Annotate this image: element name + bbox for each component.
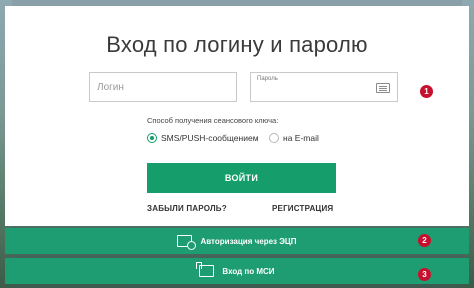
step-badge-2: 2 bbox=[418, 234, 431, 247]
virtual-keyboard-icon[interactable] bbox=[376, 83, 390, 93]
password-label: Пароль bbox=[257, 76, 278, 82]
step-badge-3: 3 bbox=[418, 268, 431, 281]
radio-sms-push[interactable]: SMS/PUSH-сообщением bbox=[147, 133, 259, 143]
msi-login-bar[interactable]: Вход по МСИ 3 bbox=[5, 258, 469, 284]
msi-login-label: Вход по МСИ bbox=[222, 266, 275, 276]
session-key-method-label: Способ получения сеансового ключа: bbox=[147, 116, 279, 125]
certificate-card-icon bbox=[177, 235, 197, 250]
login-button[interactable]: ВОЙТИ bbox=[147, 163, 336, 193]
radio-email-label: на E-mail bbox=[283, 133, 319, 143]
ecp-login-bar[interactable]: Авторизация через ЭЦП 2 bbox=[5, 228, 469, 254]
radio-email-indicator[interactable] bbox=[269, 133, 279, 143]
login-card: Вход по логину и паролю Пароль 1 Способ … bbox=[5, 6, 469, 226]
radio-sms-indicator[interactable] bbox=[147, 133, 157, 143]
computer-icon bbox=[196, 262, 215, 277]
register-link[interactable]: РЕГИСТРАЦИЯ bbox=[272, 204, 333, 213]
login-input[interactable] bbox=[90, 73, 236, 101]
step-badge-1: 1 bbox=[420, 85, 433, 98]
forgot-password-link[interactable]: ЗАБЫЛИ ПАРОЛЬ? bbox=[147, 204, 227, 213]
radio-email[interactable]: на E-mail bbox=[269, 133, 319, 143]
login-field[interactable] bbox=[89, 72, 237, 102]
ecp-login-label: Авторизация через ЭЦП bbox=[200, 236, 297, 246]
radio-sms-label: SMS/PUSH-сообщением bbox=[161, 133, 259, 143]
password-field[interactable]: Пароль bbox=[250, 72, 398, 102]
page-title: Вход по логину и паролю bbox=[106, 32, 368, 57]
